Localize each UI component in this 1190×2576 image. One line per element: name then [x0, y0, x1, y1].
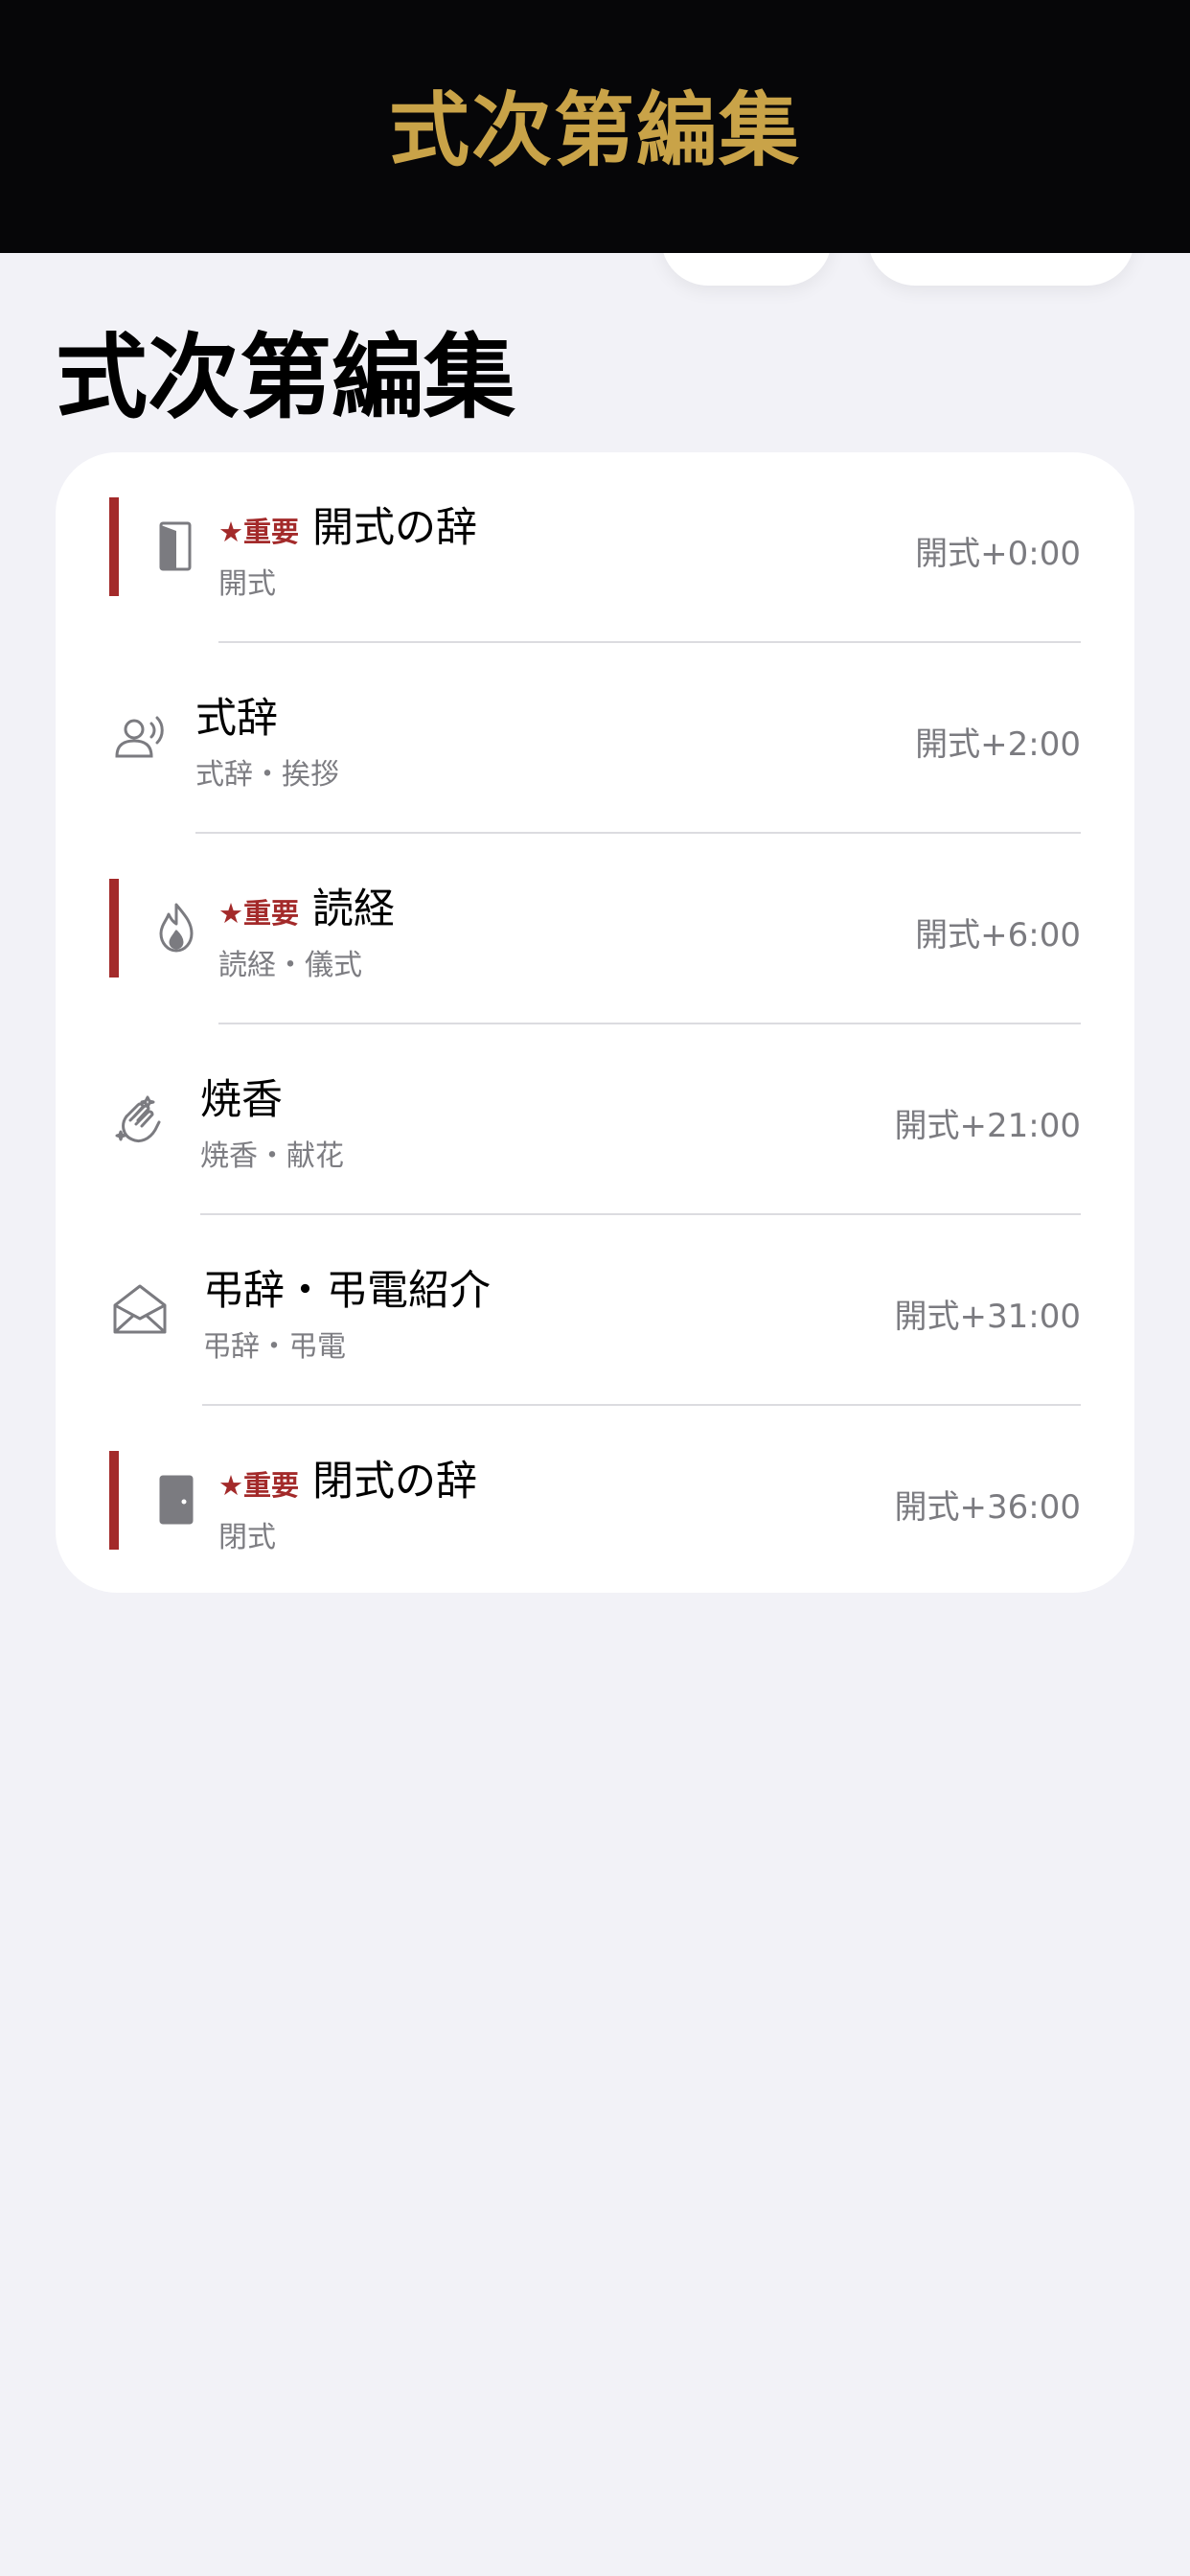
- door-open-icon: [148, 518, 205, 575]
- envelope-open-icon: [111, 1280, 169, 1338]
- schedule-list: ★重要 開式の辞 開式 開式+0:00 式辞 式辞・挨拶 開式+2:00 ★重要…: [56, 452, 1134, 1593]
- item-category: 開式: [218, 567, 276, 601]
- schedule-row[interactable]: 焼香 焼香・献花 開式+21:00: [56, 1024, 1134, 1215]
- item-name: 開式の辞: [312, 504, 477, 552]
- schedule-row[interactable]: 式辞 式辞・挨拶 開式+2:00: [56, 643, 1134, 834]
- item-category: 弔辞・弔電: [202, 1330, 346, 1364]
- item-name: 閉式の辞: [312, 1458, 477, 1506]
- item-time: 開式+6:00: [915, 916, 1081, 954]
- schedule-row[interactable]: 弔辞・弔電紹介 弔辞・弔電 開式+31:00: [56, 1215, 1134, 1406]
- item-time: 開式+36:00: [894, 1488, 1081, 1527]
- important-marker: [109, 1451, 119, 1550]
- item-name: 焼香: [200, 1076, 283, 1124]
- flame-icon: [148, 899, 205, 956]
- page-title: 式次第編集: [56, 324, 515, 431]
- item-category: 読経・儀式: [218, 949, 362, 982]
- hands-clap-icon: [111, 1090, 169, 1147]
- schedule-row[interactable]: ★重要 読経 読経・儀式 開式+6:00: [56, 834, 1134, 1024]
- important-badge: ★重要: [218, 897, 299, 930]
- navigation-bar: 式次第編集: [0, 0, 1190, 253]
- item-time: 開式+0:00: [915, 535, 1081, 573]
- schedule-row[interactable]: ★重要 開式の辞 開式 開式+0:00: [56, 452, 1134, 643]
- person-speaking-icon: [111, 708, 169, 766]
- item-time: 開式+2:00: [915, 725, 1081, 764]
- item-time: 開式+21:00: [894, 1107, 1081, 1145]
- important-marker: [109, 497, 119, 596]
- important-marker: [109, 879, 119, 978]
- item-category: 式辞・挨拶: [195, 758, 339, 792]
- item-name: 弔辞・弔電紹介: [202, 1267, 491, 1315]
- item-category: 閉式: [218, 1521, 276, 1554]
- schedule-row[interactable]: ★重要 閉式の辞 閉式 開式+36:00: [56, 1406, 1134, 1593]
- door-closed-icon: [148, 1471, 205, 1529]
- nav-title: 式次第編集: [388, 82, 801, 177]
- item-name: 読経: [312, 886, 395, 933]
- item-name: 式辞: [195, 695, 278, 743]
- item-category: 焼香・献花: [200, 1139, 344, 1173]
- important-badge: ★重要: [218, 1469, 299, 1502]
- important-badge: ★重要: [218, 516, 299, 548]
- item-time: 開式+31:00: [894, 1298, 1081, 1336]
